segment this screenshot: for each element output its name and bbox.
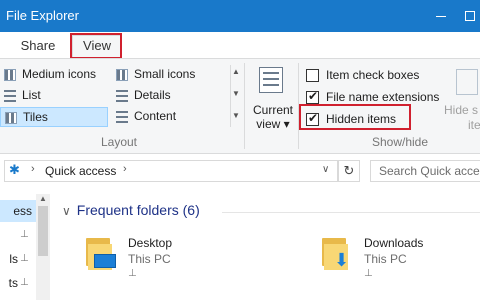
quick-access-star-icon: ✱	[9, 162, 20, 177]
chevron-down-icon: ∨	[62, 204, 71, 218]
nav-item-label: ess	[13, 204, 32, 218]
pin-icon: ⊥	[128, 268, 137, 279]
layout-small-icons[interactable]: Small icons	[112, 65, 222, 85]
item-check-boxes-label: Item check boxes	[326, 68, 420, 82]
layout-details[interactable]: Details	[112, 86, 222, 106]
window-title: File Explorer	[6, 8, 79, 23]
content-icon	[116, 111, 128, 123]
ribbon-divider	[298, 63, 299, 149]
layout-group-label: Layout	[100, 135, 138, 149]
small-icons-icon	[116, 69, 128, 81]
maximize-button[interactable]	[458, 0, 480, 32]
hide-selected-icon	[456, 69, 478, 95]
nav-pane-scrollbar[interactable]: ▲	[36, 194, 50, 300]
address-bar[interactable]: ✱ › Quick access › ∨	[4, 160, 338, 182]
scroll-up-icon[interactable]: ▲	[39, 194, 47, 203]
title-bar: File Explorer	[0, 0, 480, 32]
show-hide-group-label: Show/hide	[371, 135, 429, 149]
file-name-extensions-option[interactable]: ✔ File name extensions	[304, 89, 439, 107]
tab-view[interactable]: View	[72, 35, 122, 59]
navigation-pane: ess ⊥ ls ⊥ ts ⊥ ▲	[0, 194, 52, 300]
pin-icon: ⊥	[364, 268, 373, 279]
section-divider	[222, 212, 480, 213]
scroll-up-icon[interactable]: ▲	[232, 67, 240, 76]
medium-icons-icon	[4, 69, 16, 81]
pin-icon: ⊥	[20, 229, 29, 240]
hidden-items-option[interactable]: ✔ Hidden items	[304, 111, 396, 129]
current-view-icon	[259, 67, 283, 93]
nav-item-pinned[interactable]: ts ⊥	[0, 272, 36, 294]
pin-icon: ⊥	[20, 277, 29, 288]
breadcrumb-separator-icon[interactable]: ›	[123, 163, 127, 175]
breadcrumb-separator-icon[interactable]: ›	[31, 163, 35, 175]
address-path[interactable]: Quick access	[45, 164, 116, 178]
hidden-items-checkbox[interactable]: ✔	[306, 111, 319, 126]
layout-medium-icons-label: Medium icons	[22, 67, 97, 81]
list-icon	[4, 90, 16, 102]
folder-location: This PC	[364, 252, 407, 266]
nav-item-pinned[interactable]: ⊥	[0, 224, 36, 246]
scrollbar-thumb[interactable]	[38, 206, 48, 256]
folder-desktop[interactable]: Desktop This PC ⊥	[86, 236, 246, 296]
nav-item-label: ls	[9, 252, 18, 266]
minimize-icon	[436, 16, 446, 17]
folder-name: Downloads	[364, 236, 424, 250]
checkmark-icon: ✔	[308, 111, 319, 125]
layout-content-label: Content	[134, 109, 177, 123]
pin-icon: ⊥	[20, 253, 29, 264]
refresh-icon: ↻	[343, 163, 355, 178]
layout-details-label: Details	[134, 88, 171, 102]
item-check-boxes-option[interactable]: Item check boxes	[304, 67, 419, 85]
folder-downloads[interactable]: ⬇ Downloads This PC ⊥	[322, 236, 478, 296]
folder-location: This PC	[128, 252, 171, 266]
minimize-button[interactable]	[428, 0, 452, 32]
file-name-extensions-checkbox[interactable]: ✔	[306, 89, 319, 104]
details-icon	[116, 90, 128, 102]
ribbon-tabs: Share View	[0, 32, 480, 59]
layout-small-icons-label: Small icons	[134, 67, 196, 81]
downloads-folder-icon: ⬇	[322, 236, 352, 272]
scroll-down-icon[interactable]: ▼	[232, 89, 240, 98]
hidden-items-label: Hidden items	[326, 112, 397, 126]
nav-item-pinned[interactable]: ls ⊥	[0, 248, 36, 270]
frequent-folders-header[interactable]: ∨ Frequent folders (6)	[62, 202, 200, 222]
refresh-button[interactable]: ↻	[338, 160, 360, 182]
layout-gallery: Medium icons Small icons List Details Ti…	[0, 65, 238, 127]
desktop-folder-icon	[86, 236, 116, 272]
search-input[interactable]	[371, 161, 480, 181]
hide-selected-label: Hide s ite	[444, 103, 480, 132]
address-dropdown-icon[interactable]: ∨	[322, 164, 329, 175]
nav-item-label: ts	[8, 276, 18, 290]
layout-list-label: List	[22, 88, 41, 102]
hide-selected-items-button[interactable]: Hide s ite	[442, 63, 480, 143]
ribbon-divider	[244, 63, 245, 149]
tab-share[interactable]: Share	[18, 36, 58, 56]
layout-tiles-label: Tiles	[23, 110, 48, 124]
chevron-down-icon: ▾	[283, 117, 290, 131]
layout-gallery-scroller[interactable]: ▲ ▼ ▼	[230, 65, 240, 127]
current-view-button[interactable]: Current view ▾	[250, 63, 293, 143]
tiles-icon	[5, 112, 17, 124]
nav-item-quick-access[interactable]: ess	[0, 200, 36, 222]
item-check-boxes-checkbox[interactable]	[306, 69, 319, 82]
section-title: Frequent folders (6)	[76, 202, 200, 218]
maximize-icon	[465, 11, 475, 21]
current-view-label: Current view ▾	[252, 103, 293, 131]
layout-list[interactable]: List	[0, 86, 106, 106]
layout-tiles[interactable]: Tiles	[0, 107, 108, 127]
ribbon: Medium icons Small icons List Details Ti…	[0, 58, 480, 154]
checkmark-icon: ✔	[308, 89, 319, 103]
search-box[interactable]	[370, 160, 480, 182]
file-name-extensions-label: File name extensions	[326, 90, 440, 104]
layout-content[interactable]: Content	[112, 107, 222, 127]
layout-medium-icons[interactable]: Medium icons	[0, 65, 106, 85]
folder-name: Desktop	[128, 236, 173, 250]
expand-gallery-icon[interactable]: ▼	[232, 111, 240, 120]
